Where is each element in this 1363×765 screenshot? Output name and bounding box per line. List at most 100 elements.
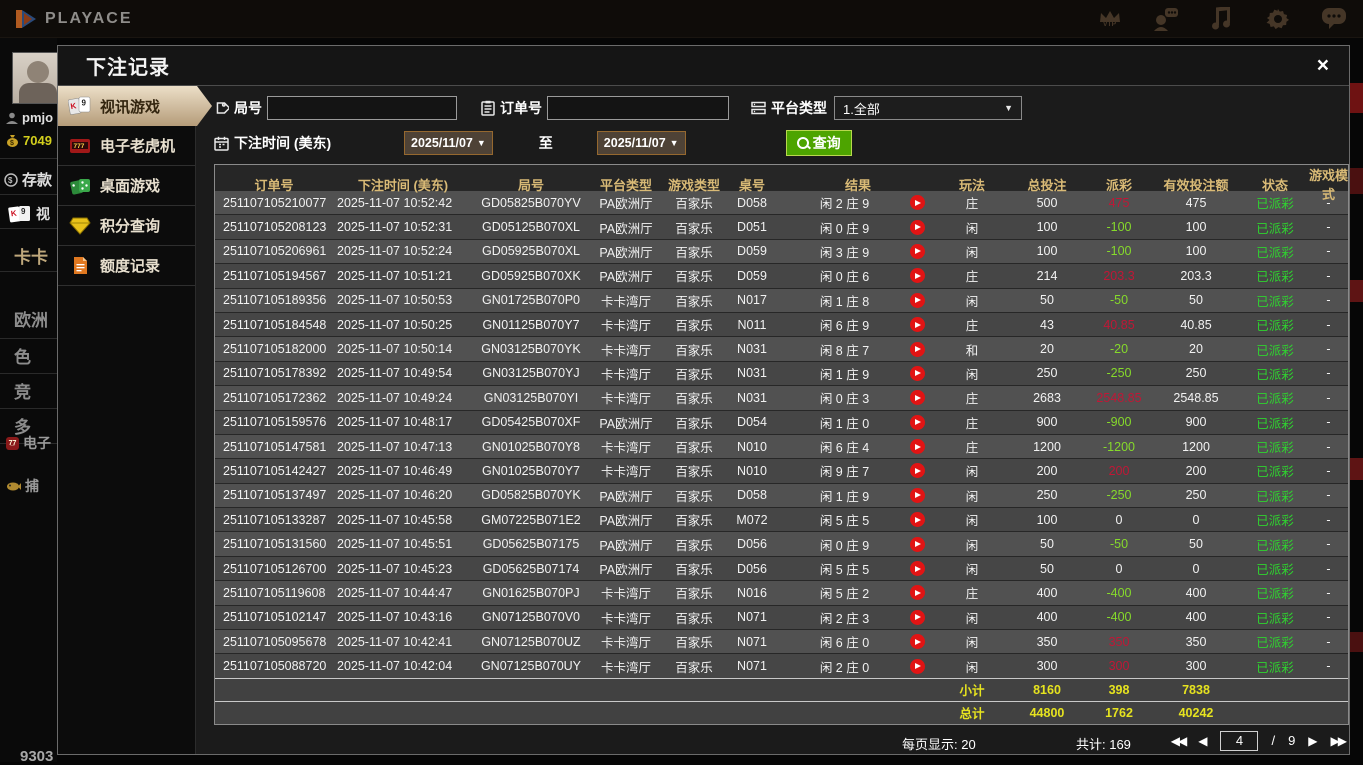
replay-play-icon[interactable] [910, 292, 925, 308]
search-icon [796, 137, 809, 149]
cell-bet-time: 2025-11-07 10:50:53 [337, 293, 453, 308]
sidebar-item-label: 桌面游戏 [100, 178, 161, 195]
first-page-icon[interactable]: ◀◀ [1171, 734, 1188, 748]
cell-order-number: 251107105095678 [223, 634, 327, 649]
last-page-icon[interactable]: ▶▶ [1331, 734, 1348, 748]
prev-page-icon[interactable]: ◀ [1198, 734, 1207, 748]
cell-payout: 203.3 [1103, 268, 1135, 283]
order-number-input[interactable] [547, 96, 729, 120]
replay-play-icon[interactable] [910, 658, 925, 674]
table-row[interactable]: 251107105095678 2025-11-07 10:42:41 GN07… [215, 629, 1348, 654]
replay-play-icon[interactable] [910, 609, 925, 625]
replay-play-icon[interactable] [910, 487, 925, 503]
bg-menu-item[interactable]: 竞 [14, 378, 31, 403]
date-from-picker[interactable]: 2025/11/07 ▼ [404, 131, 493, 155]
table-row[interactable]: 251107105137497 2025-11-07 10:46:20 GD05… [215, 482, 1348, 508]
query-button[interactable]: 查询 [785, 130, 852, 156]
table-row[interactable]: 251107105184548 2025-11-07 10:50:25 GN01… [215, 311, 1348, 337]
fish-icon [7, 482, 21, 490]
chat-icon[interactable] [1319, 5, 1349, 33]
cell-bet-time: 2025-11-07 10:49:54 [337, 366, 453, 381]
cell-payout: -100 [1106, 244, 1132, 259]
bg-menu-item[interactable]: 卡卡 [14, 243, 48, 268]
replay-play-icon[interactable] [910, 439, 925, 455]
column-header: 桌号 [738, 177, 765, 193]
cell-play-type: 庄 [965, 319, 979, 334]
sidebar-item-table-games[interactable]: 桌面游戏 [58, 166, 195, 206]
sidebar-item-points[interactable]: 积分查询 [58, 206, 195, 246]
table-row[interactable]: 251107105178392 2025-11-07 10:49:54 GN03… [215, 360, 1348, 386]
replay-play-icon[interactable] [910, 536, 925, 552]
close-icon[interactable]: × [1317, 55, 1329, 76]
table-row[interactable]: 251107105208123 2025-11-07 10:52:31 GD05… [215, 214, 1348, 239]
bg-fishing-item[interactable]: 捕 [6, 476, 39, 496]
table-row[interactable]: 251107105102147 2025-11-07 10:43:16 GN07… [215, 604, 1348, 630]
sidebar-item-slots[interactable]: 777 电子老虎机 [58, 126, 195, 166]
cell-status: 已派彩 [1256, 416, 1294, 431]
bg-slots-item[interactable]: 7̲7 电子 [6, 433, 51, 453]
table-row[interactable]: 251107105142427 2025-11-07 10:46:49 GN01… [215, 458, 1348, 483]
music-icon[interactable] [1207, 5, 1237, 33]
table-row[interactable]: 251107105133287 2025-11-07 10:45:58 GM07… [215, 507, 1348, 532]
tag-icon [216, 101, 229, 114]
avatar[interactable] [12, 52, 57, 104]
cell-game-type: 百家乐 [675, 660, 713, 675]
replay-play-icon[interactable] [910, 585, 925, 601]
settings-icon[interactable] [1263, 5, 1293, 33]
support-icon[interactable] [1151, 5, 1181, 33]
table-row[interactable]: 251107105159576 2025-11-07 10:48:17 GD05… [215, 409, 1348, 434]
cell-game-mode: - [1326, 585, 1331, 600]
sidebar-item-credit-records[interactable]: 额度记录 [58, 246, 195, 286]
round-number-input[interactable] [267, 96, 457, 120]
replay-play-icon[interactable] [910, 268, 925, 284]
total-payout: 1762 [1105, 705, 1133, 720]
subtotal-payout: 398 [1108, 682, 1130, 697]
replay-play-icon[interactable] [910, 512, 925, 528]
clipboard-icon [481, 100, 495, 116]
replay-play-icon[interactable] [910, 561, 925, 577]
replay-play-icon[interactable] [910, 414, 925, 430]
replay-play-icon[interactable] [910, 463, 925, 479]
table-row[interactable]: 251107105126700 2025-11-07 10:45:23 GD05… [215, 555, 1348, 581]
replay-play-icon[interactable] [910, 317, 925, 333]
bg-live-games-item[interactable]: K 9 视 [8, 204, 50, 224]
platform-type-select[interactable]: 1.全部 ▼ [834, 96, 1022, 120]
replay-play-icon[interactable] [910, 195, 925, 211]
cell-round-number: GN03125B070YK [481, 342, 581, 357]
cell-round-number: GN03125B070YJ [482, 366, 580, 381]
table-row[interactable]: 251107105172362 2025-11-07 10:49:24 GN03… [215, 385, 1348, 410]
cell-order-number: 251107105147581 [223, 439, 327, 454]
cell-status: 已派彩 [1256, 319, 1294, 334]
bg-deposit-button[interactable]: $ 存款 [4, 169, 52, 190]
column-header: 局号 [517, 177, 544, 193]
table-row[interactable]: 251107105119608 2025-11-07 10:44:47 GN01… [215, 580, 1348, 605]
cell-table-number: N016 [737, 585, 767, 600]
replay-play-icon[interactable] [910, 365, 925, 381]
cell-payout: -100 [1106, 220, 1132, 235]
replay-play-icon[interactable] [910, 219, 925, 235]
table-row[interactable]: 251107105194567 2025-11-07 10:51:21 GD05… [215, 263, 1348, 288]
bg-menu-item[interactable]: 色 [14, 343, 31, 368]
table-row[interactable]: 251107105206961 2025-11-07 10:52:24 GD05… [215, 238, 1348, 264]
table-row[interactable]: 251107105189356 2025-11-07 10:50:53 GN01… [215, 287, 1348, 312]
table-row[interactable]: 251107105088720 2025-11-07 10:42:04 GN07… [215, 653, 1348, 678]
cell-total-bet: 100 [1036, 244, 1058, 259]
replay-play-icon[interactable] [910, 634, 925, 650]
replay-play-icon[interactable] [910, 390, 925, 406]
table-row[interactable]: 251107105131560 2025-11-07 10:45:51 GD05… [215, 531, 1348, 556]
table-row[interactable]: 251107105182000 2025-11-07 10:50:14 GN03… [215, 336, 1348, 361]
bg-menu-item[interactable]: 欧洲 [14, 306, 48, 331]
table-row[interactable]: 251107105210077 2025-11-07 10:52:42 GD05… [215, 190, 1348, 215]
cell-payout: -50 [1109, 537, 1129, 552]
cell-result: 闲 2 庄 0 [779, 654, 937, 677]
date-to-picker[interactable]: 2025/11/07 ▼ [596, 131, 686, 155]
table-row[interactable]: 251107105147581 2025-11-07 10:47:13 GN01… [215, 433, 1348, 459]
playace-logo[interactable]: PLAYACE [14, 7, 133, 31]
vip-icon[interactable]: VIP [1095, 5, 1125, 33]
page-number-input[interactable] [1220, 730, 1259, 751]
replay-play-icon[interactable] [910, 341, 925, 357]
replay-play-icon[interactable] [910, 243, 925, 259]
sidebar-item-live-games[interactable]: K 9 视讯游戏 [58, 86, 212, 126]
cell-status: 已派彩 [1256, 270, 1294, 285]
next-page-icon[interactable]: ▶ [1308, 734, 1317, 748]
